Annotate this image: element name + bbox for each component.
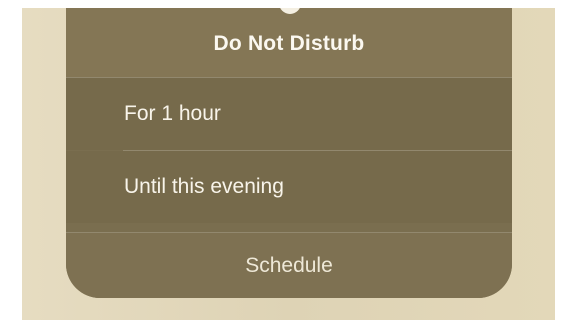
- moon-icon: [279, 8, 301, 14]
- option-label: For 1 hour: [124, 102, 221, 125]
- menu-title: Do Not Disturb: [213, 32, 365, 55]
- option-for-1-hour[interactable]: For 1 hour: [66, 78, 512, 150]
- do-not-disturb-menu: Do Not Disturb For 1 hour Until this eve…: [66, 8, 512, 298]
- home-screen-background: Do Not Disturb For 1 hour Until this eve…: [22, 8, 555, 320]
- option-label: Until this evening: [124, 175, 284, 198]
- schedule-button[interactable]: Schedule: [66, 233, 512, 298]
- schedule-label: Schedule: [245, 254, 333, 277]
- option-until-this-evening[interactable]: Until this evening: [66, 151, 512, 223]
- menu-header[interactable]: Do Not Disturb: [66, 8, 512, 77]
